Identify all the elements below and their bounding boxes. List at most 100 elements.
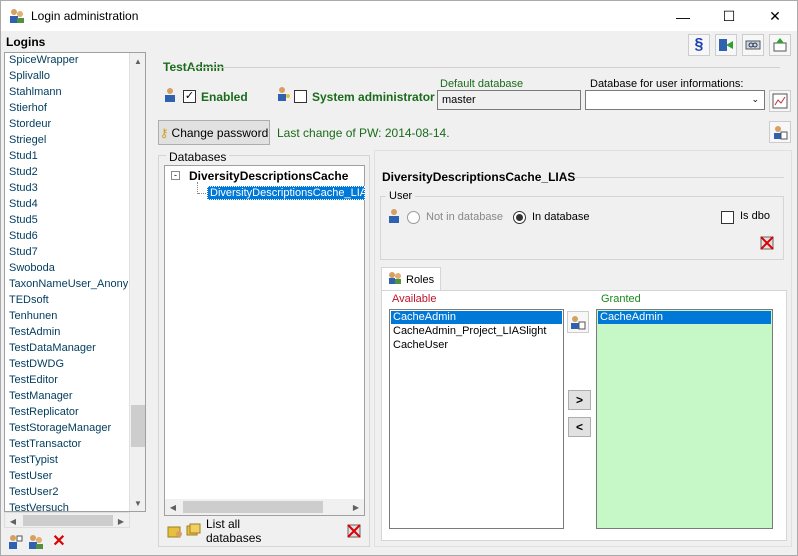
login-list-item[interactable]: Stierhof — [9, 102, 47, 114]
available-role-item[interactable]: CacheAdmin — [391, 311, 562, 324]
app-icon — [9, 8, 25, 24]
detail-title: DiversityDescriptionsCache_LIAS — [382, 170, 576, 184]
user-icon — [386, 208, 402, 224]
tree-child-node[interactable]: DiversityDescriptionsCache_LIAS — [207, 186, 365, 200]
login-list-item[interactable]: TestManager — [9, 390, 73, 402]
user-group-label: User — [386, 190, 416, 202]
login-list-item[interactable]: TEDsoft — [9, 294, 49, 306]
grant-role-button[interactable]: > — [568, 390, 591, 410]
scroll-up-arrow[interactable]: ▲ — [130, 53, 145, 69]
scroll-left-arrow[interactable]: ◀ — [5, 513, 21, 529]
hscroll-thumb[interactable] — [23, 515, 113, 526]
userinfo-db-select[interactable]: ⌄ — [585, 90, 765, 110]
login-list-item[interactable]: TestUser — [9, 470, 52, 482]
in-db-label: In database — [532, 211, 590, 223]
list-all-databases-button[interactable]: List all databases — [186, 517, 298, 545]
login-list-item[interactable]: Swoboda — [9, 262, 55, 274]
tree-hscrollbar[interactable]: ◀ ▶ — [165, 499, 364, 515]
header-separator — [190, 67, 780, 68]
default-db-label: Default database — [440, 78, 524, 90]
login-list-item[interactable]: TestEditor — [9, 374, 58, 386]
tree-collapse-toggle[interactable]: - — [171, 171, 180, 180]
login-list-item[interactable]: SpiceWrapper — [9, 54, 79, 66]
not-in-db-radio[interactable] — [407, 211, 420, 224]
last-pw-change: Last change of PW: 2014-08-14. — [277, 126, 450, 140]
remove-user-icon[interactable] — [758, 234, 776, 252]
login-list-item[interactable]: Stud3 — [9, 182, 38, 194]
available-role-item[interactable]: CacheAdmin_Project_LIASlight — [391, 325, 562, 338]
delete-login-icon[interactable]: ✕ — [50, 531, 68, 551]
enabled-checkbox[interactable]: ✓ — [183, 90, 196, 103]
folders-icon — [186, 523, 202, 540]
login-list-item[interactable]: Striegel — [9, 134, 46, 146]
granted-label: Granted — [601, 293, 641, 305]
scroll-down-arrow[interactable]: ▼ — [130, 495, 145, 511]
chevron-down-icon: ⌄ — [751, 94, 759, 104]
tab-roles-label: Roles — [406, 273, 435, 286]
login-list-item[interactable]: Stud7 — [9, 246, 38, 258]
key-user-icon — [276, 86, 292, 102]
granted-roles-list[interactable]: CacheAdmin — [596, 309, 773, 529]
scroll-left-arrow[interactable]: ◀ — [165, 499, 181, 515]
paragraph-icon[interactable]: § — [688, 34, 710, 56]
databases-tree[interactable]: - DiversityDescriptionsCache DiversityDe… — [164, 165, 365, 516]
revoke-role-button[interactable]: < — [568, 417, 591, 437]
scroll-right-arrow[interactable]: ▶ — [348, 499, 364, 515]
change-password-button[interactable]: ⚷ Change password — [158, 120, 270, 145]
close-button[interactable]: ✕ — [752, 1, 798, 32]
sysadmin-label: System administrator — [312, 90, 435, 104]
login-list-item[interactable]: Stud2 — [9, 166, 38, 178]
login-list-item[interactable]: TestReplicator — [9, 406, 79, 418]
userinfo-db-label: Database for user informations: — [590, 78, 744, 90]
logins-scrollbar[interactable]: ▲ ▼ — [129, 53, 145, 511]
db-folder-icon[interactable] — [166, 522, 184, 540]
login-list-item[interactable]: Stud4 — [9, 198, 38, 210]
tab-roles[interactable]: Roles — [381, 267, 441, 291]
login-list-item[interactable]: Stud1 — [9, 150, 38, 162]
logins-hscrollbar[interactable]: ◀ ▶ — [4, 512, 130, 528]
available-roles-list[interactable]: CacheAdmin CacheAdmin_Project_LIASlight Ca… — [389, 309, 564, 529]
user-icon — [162, 87, 178, 103]
login-list-item[interactable]: TestTypist — [9, 454, 58, 466]
login-list-item[interactable]: TaxonNameUser_Anonym — [9, 278, 137, 290]
export-icon[interactable] — [769, 34, 791, 56]
is-dbo-label: Is dbo — [740, 210, 770, 222]
remove-db-icon[interactable] — [345, 522, 363, 540]
tree-root-node[interactable]: DiversityDescriptionsCache — [189, 169, 348, 183]
login-list-item[interactable]: Stahlmann — [9, 86, 62, 98]
login-list-item[interactable]: TestStorageManager — [9, 422, 111, 434]
scroll-thumb[interactable] — [131, 405, 145, 447]
maximize-button[interactable]: ☐ — [706, 1, 752, 32]
login-list-item[interactable]: TestUser2 — [9, 486, 59, 498]
logins-label: Logins — [6, 35, 46, 49]
login-list-item[interactable]: Tenhunen — [9, 310, 57, 322]
db-settings-icon[interactable] — [769, 90, 791, 112]
change-password-label: Change password — [171, 125, 269, 140]
role-info-icon[interactable] — [567, 311, 589, 333]
login-list-item[interactable]: TestAdmin — [9, 326, 60, 338]
login-list-item[interactable]: TestDWDG — [9, 358, 64, 370]
logins-list[interactable]: SpiceWrapper Splivallo Stahlmann Stierhof St… — [4, 52, 146, 512]
link-icon[interactable] — [742, 34, 764, 56]
login-list-item[interactable]: Stud5 — [9, 214, 38, 226]
available-role-item[interactable]: CacheUser — [391, 339, 562, 352]
add-login-icon[interactable] — [6, 533, 24, 551]
login-list-item[interactable]: TestTransactor — [9, 438, 81, 450]
sysadmin-checkbox[interactable] — [294, 90, 307, 103]
in-db-radio[interactable] — [513, 211, 526, 224]
login-list-item[interactable]: Stud6 — [9, 230, 38, 242]
login-list-item[interactable]: Stordeur — [9, 118, 51, 130]
user-info-icon[interactable] — [769, 121, 791, 143]
transfer-icon[interactable] — [715, 34, 737, 56]
scroll-right-arrow[interactable]: ▶ — [113, 513, 129, 529]
default-db-field[interactable]: master — [437, 90, 581, 110]
hscroll-thumb[interactable] — [183, 501, 323, 513]
is-dbo-checkbox[interactable] — [721, 211, 734, 224]
copy-login-icon[interactable] — [27, 533, 45, 551]
granted-role-item[interactable]: CacheAdmin — [598, 311, 771, 324]
login-list-item[interactable]: Splivallo — [9, 70, 50, 82]
login-list-item[interactable]: TestVersuch — [9, 502, 69, 511]
login-list-item[interactable]: TestDataManager — [9, 342, 96, 354]
user-group — [380, 196, 784, 260]
minimize-button[interactable]: — — [660, 1, 706, 32]
